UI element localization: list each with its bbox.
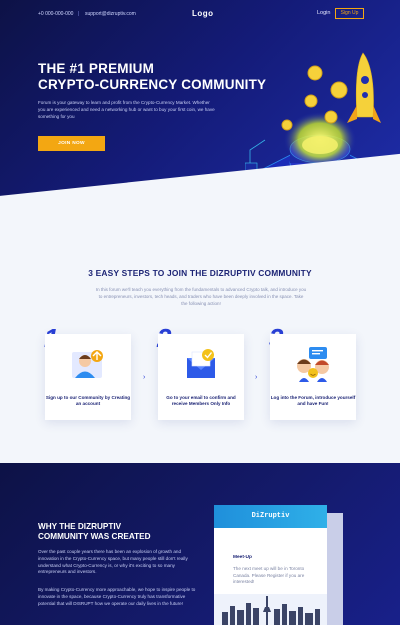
step-2-text: Go to your email to confirm and receive … — [166, 395, 236, 406]
step-1-text: Sign up to our Community by Creating an … — [45, 395, 131, 406]
step-arrow-2: › — [255, 374, 258, 381]
support-email[interactable]: support@dizruptiv.com — [85, 11, 136, 17]
step-arrow-1: › — [143, 374, 146, 381]
logo[interactable]: Logo — [192, 9, 214, 18]
why-title-line1: WHY THE DIZRUPTIV — [38, 522, 122, 531]
hero-title: THE #1 PREMIUM CRYPTO-CURRENCY COMMUNITY — [38, 61, 278, 93]
signup-button[interactable]: Sign Up — [335, 8, 364, 19]
steps-title: 3 EASY STEPS TO JOIN THE DIZRUPTIV COMMU… — [88, 268, 312, 278]
user-signup-icon — [72, 350, 103, 378]
meetup-text: The next meet up will be in Toronto Cana… — [233, 566, 305, 585]
hero-title-line2: CRYPTO-CURRENCY COMMUNITY — [38, 77, 267, 92]
hero-description: Forum is your gateway to learn and profi… — [38, 100, 215, 119]
why-section: WHY THE DIZRUPTIV COMMUNITY WAS CREATED … — [0, 463, 400, 625]
email-icon — [187, 349, 215, 378]
step-3-text: Log into the Forum, introduce yourself a… — [270, 395, 356, 406]
chat-people-icon — [297, 347, 329, 382]
why-paragraph-1: Over the past couple years there has bee… — [38, 549, 188, 575]
city-skyline-image — [214, 594, 327, 625]
card-brand: DiZruptiv — [214, 505, 327, 528]
why-title-line2: COMMUNITY WAS CREATED — [38, 532, 151, 541]
step-3-card[interactable]: Log into the Forum, introduce yourself a… — [270, 334, 356, 420]
hero-title-line1: THE #1 PREMIUM — [38, 61, 155, 76]
step-2-card[interactable]: Go to your email to confirm and receive … — [158, 334, 244, 420]
steps-description: In this forum we'll teach you everything… — [95, 287, 307, 306]
join-now-button[interactable]: JOIN NOW — [38, 136, 105, 151]
phone-number[interactable]: +0 000-000-000 — [38, 11, 73, 17]
why-title: WHY THE DIZRUPTIV COMMUNITY WAS CREATED — [38, 522, 198, 542]
top-bar: +0 000-000-000 | support@dizruptiv.com L… — [0, 0, 400, 28]
login-link[interactable]: Login — [317, 10, 330, 16]
meetup-heading: Meet-Up — [233, 555, 252, 560]
step-1-card[interactable]: Sign up to our Community by Creating an … — [45, 334, 131, 420]
topbar-separator: | — [78, 11, 80, 17]
why-paragraph-2: By making Crypto-Currency more approacha… — [38, 587, 196, 606]
